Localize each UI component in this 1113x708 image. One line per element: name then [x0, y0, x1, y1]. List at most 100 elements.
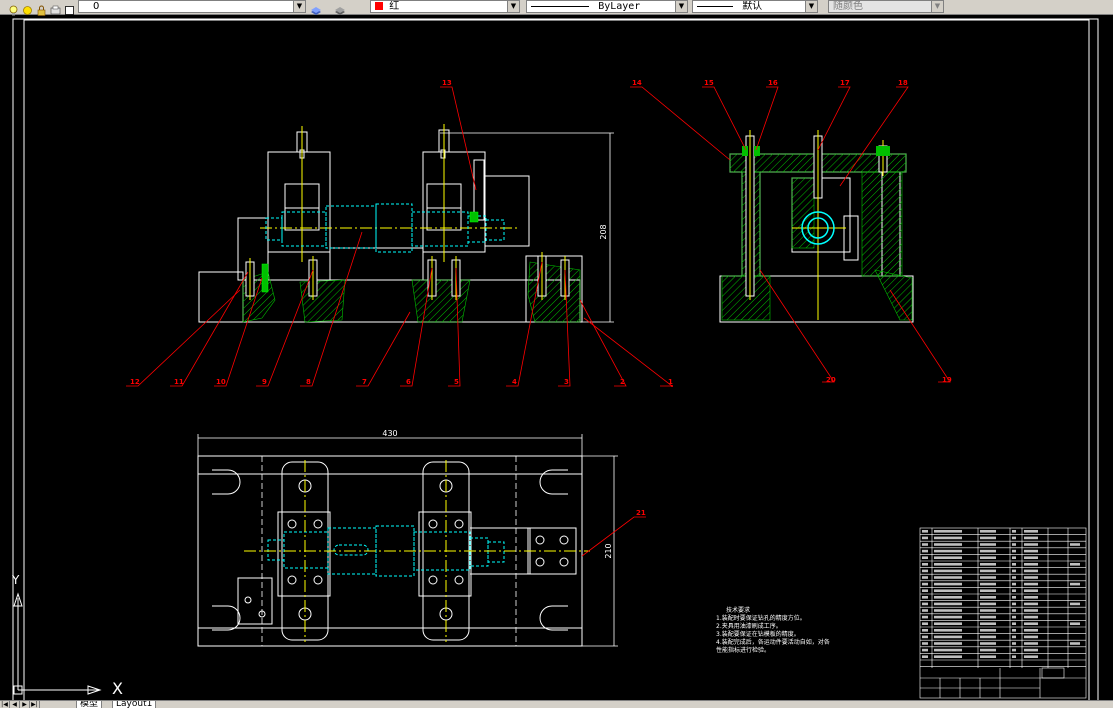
- layer-previous-icon[interactable]: [334, 1, 345, 15]
- table-cell-mark: [980, 530, 996, 533]
- drawing-canvas[interactable]: 208 430 210 1 2 3 4 5 6 7 8 9 10 11 12 1…: [0, 14, 1113, 705]
- layer-dropdown[interactable]: 0 ▼: [78, 0, 306, 13]
- table-cell-mark: [922, 543, 928, 546]
- table-cell-mark: [1012, 602, 1016, 606]
- table-cell-mark: [934, 622, 962, 625]
- lightbulb-icon[interactable]: [8, 1, 19, 16]
- table-cell-mark: [934, 582, 962, 586]
- table-cell-mark: [1070, 642, 1080, 645]
- table-cell-mark: [1024, 582, 1038, 586]
- table-cell-mark: [922, 615, 928, 619]
- callout-10: 10: [216, 378, 226, 386]
- dim-height-front: 208: [599, 224, 608, 239]
- table-cell-mark: [922, 589, 928, 592]
- table-cell-mark: [922, 609, 928, 612]
- callout-11: 11: [174, 378, 184, 386]
- table-cell-mark: [934, 556, 962, 559]
- linetype-dropdown[interactable]: ByLayer ▼: [526, 0, 688, 13]
- table-cell-mark: [1012, 615, 1016, 619]
- table-cell-mark: [934, 596, 962, 599]
- table-cell-mark: [1012, 569, 1016, 573]
- table-cell-mark: [922, 635, 928, 639]
- table-cell-mark: [922, 642, 928, 645]
- table-cell-mark: [980, 549, 996, 553]
- lock-icon[interactable]: [36, 1, 47, 16]
- table-cell-mark: [934, 563, 962, 566]
- table-cell-mark: [1024, 589, 1038, 592]
- tech-note-3: 3.装配要保证在钻模板的精度。: [716, 630, 800, 638]
- chevron-down-icon[interactable]: ▼: [507, 1, 519, 12]
- sun-freeze-icon[interactable]: [22, 1, 33, 15]
- table-cell-mark: [980, 563, 996, 566]
- table-cell-mark: [1012, 563, 1016, 566]
- callout-7: 7: [362, 378, 367, 386]
- callout-9: 9: [262, 378, 267, 386]
- chevron-down-icon[interactable]: ▼: [805, 1, 817, 12]
- color-dropdown[interactable]: 红 ▼: [370, 0, 520, 13]
- table-cell-mark: [934, 576, 962, 579]
- table-cell-mark: [934, 642, 962, 645]
- table-cell-mark: [1012, 655, 1016, 658]
- table-cell-mark: [980, 648, 996, 652]
- table-cell-mark: [980, 556, 996, 559]
- lineweight-sample: [697, 6, 733, 7]
- table-cell-mark: [922, 569, 928, 573]
- chevron-down-icon[interactable]: ▼: [293, 1, 305, 12]
- front-view: 208: [198, 124, 614, 323]
- properties-toolbar: 0 ▼ 红 ▼ ByLayer ▼ 默认 ▼ 随颜色 ▼: [0, 0, 1113, 16]
- table-cell-mark: [922, 576, 928, 579]
- callout-3: 3: [564, 378, 569, 386]
- table-cell-mark: [1012, 622, 1016, 625]
- table-cell-mark: [980, 629, 996, 632]
- table-cell-mark: [1012, 596, 1016, 599]
- callout-18: 18: [898, 79, 908, 87]
- layer-manager-icon[interactable]: [310, 1, 321, 15]
- lineweight-dropdown[interactable]: 默认 ▼: [692, 0, 818, 13]
- chevron-down-icon[interactable]: ▼: [675, 1, 687, 12]
- table-cell-mark: [1012, 609, 1016, 612]
- drawing-svg: 208 430 210 1 2 3 4 5 6 7 8 9 10 11 12 1…: [11, 18, 1099, 705]
- callout-19: 19: [942, 376, 952, 384]
- callout-6: 6: [406, 378, 411, 386]
- table-cell-mark: [1012, 582, 1016, 586]
- plot-icon[interactable]: [50, 1, 61, 15]
- callout-16: 16: [768, 79, 778, 87]
- parts-list-table: [919, 527, 1087, 699]
- table-cell-mark: [922, 629, 928, 632]
- table-cell-mark: [1024, 569, 1038, 573]
- callout-1: 1: [668, 378, 673, 386]
- table-cell-mark: [922, 563, 928, 566]
- callout-13: 13: [442, 79, 452, 87]
- side-view: [719, 130, 914, 323]
- table-cell-mark: [934, 615, 962, 619]
- table-cell-mark: [1070, 622, 1080, 625]
- table-cell-mark: [922, 536, 928, 540]
- table-cell-mark: [980, 589, 996, 592]
- ucs-x-label: X: [112, 679, 123, 698]
- table-cell-mark: [922, 602, 928, 606]
- table-cell-mark: [934, 609, 962, 612]
- table-cell-mark: [980, 635, 996, 639]
- callout-14: 14: [632, 79, 642, 87]
- plotstyle-dropdown[interactable]: 随颜色 ▼: [828, 0, 944, 13]
- table-cell-mark: [922, 596, 928, 599]
- table-cell-mark: [934, 629, 962, 632]
- table-cell-mark: [1070, 602, 1080, 606]
- table-cell-mark: [934, 569, 962, 573]
- table-cell-mark: [980, 536, 996, 540]
- table-cell-mark: [980, 582, 996, 586]
- table-cell-mark: [1012, 635, 1016, 639]
- table-rows: [920, 534, 1086, 667]
- layer-color-icon[interactable]: [64, 1, 75, 15]
- table-cell-mark: [1024, 530, 1038, 533]
- table-cell-mark: [934, 655, 962, 658]
- chevron-down-icon[interactable]: ▼: [931, 1, 943, 12]
- table-cell-mark: [1024, 563, 1038, 566]
- table-cell-mark: [980, 576, 996, 579]
- plotstyle-value: 随颜色: [833, 1, 863, 12]
- color-value: 红: [389, 1, 400, 12]
- table-cell-mark: [1012, 648, 1016, 652]
- table-cell-mark: [980, 615, 996, 619]
- layer-value: 0: [93, 1, 100, 12]
- table-cell-mark: [980, 642, 996, 645]
